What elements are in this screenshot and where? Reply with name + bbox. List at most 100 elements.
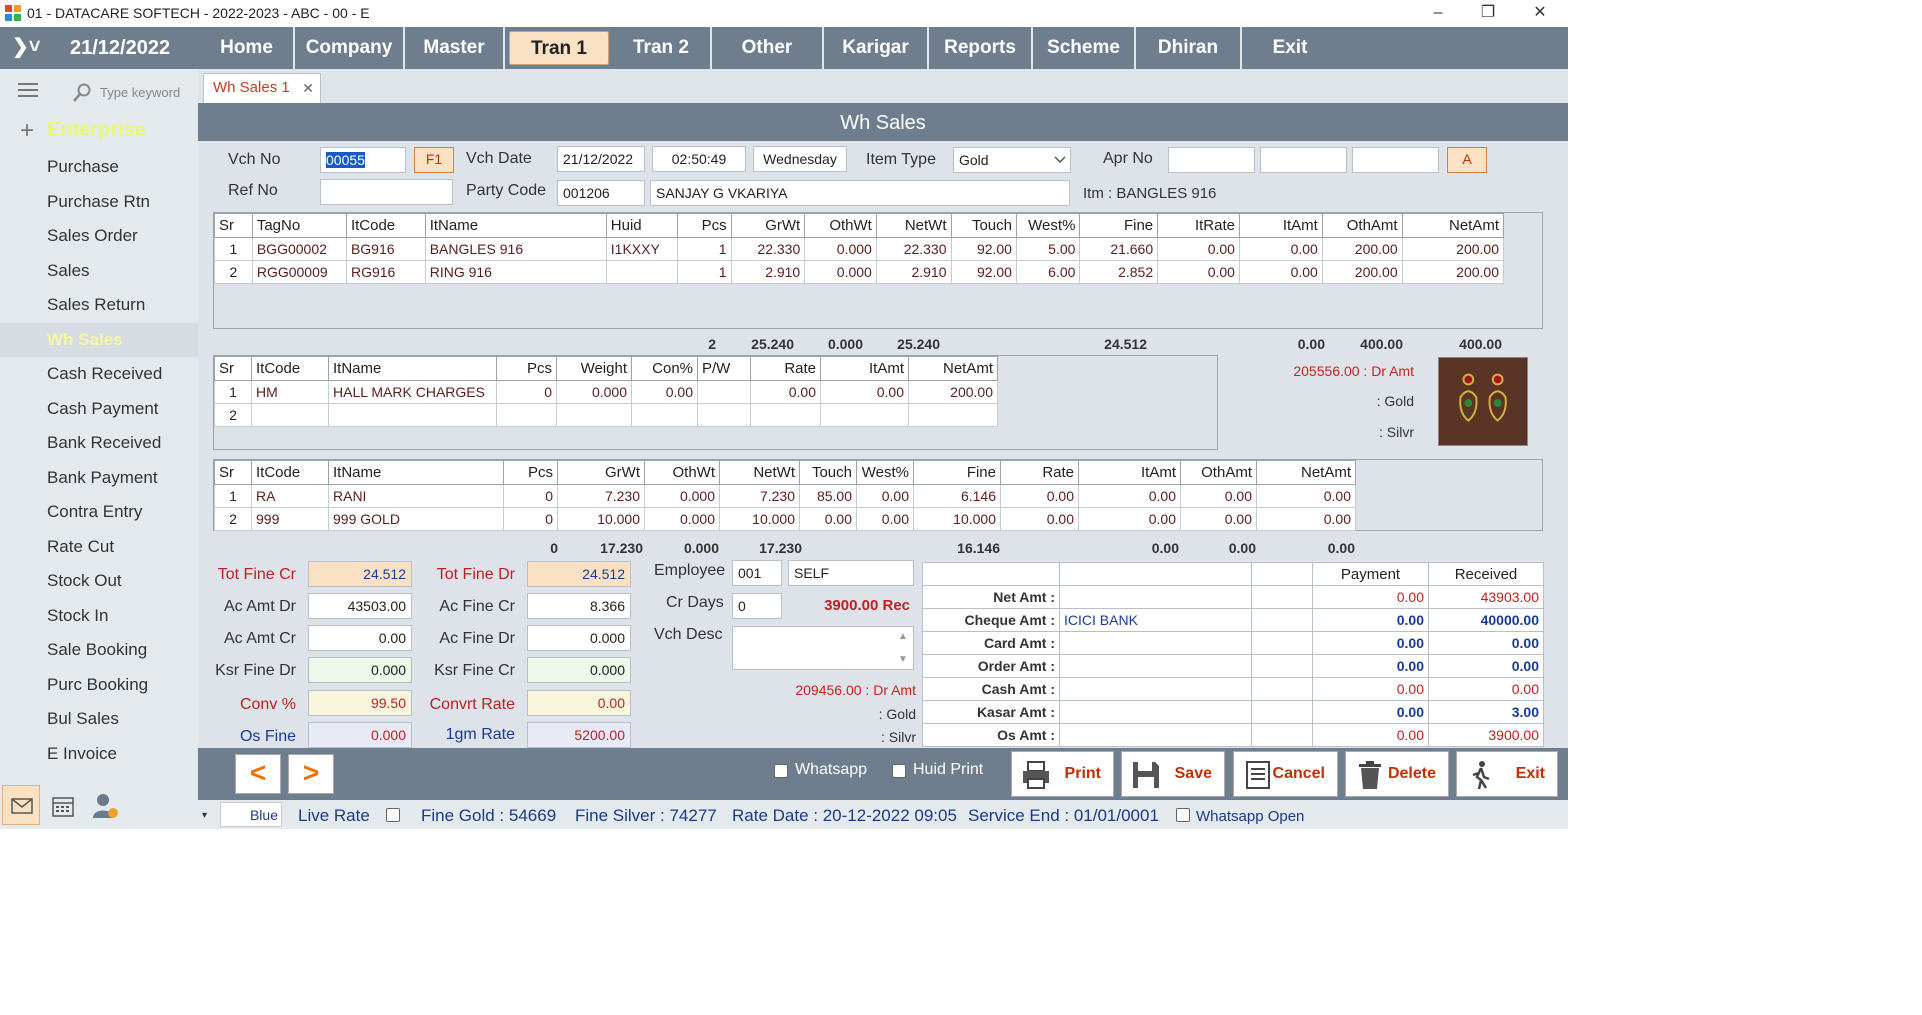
table-cell[interactable]: 6.146	[913, 484, 1001, 508]
sidebar-item-wh-sales[interactable]: Wh Sales	[0, 322, 198, 357]
table-cell[interactable]: 0.00	[1238, 260, 1323, 284]
apr-no-input-1[interactable]	[1168, 147, 1255, 173]
grid3-col-touch[interactable]: Touch	[799, 460, 857, 485]
table-cell[interactable]: 0.00	[820, 380, 909, 404]
table-cell[interactable]	[750, 403, 821, 427]
prev-button[interactable]: <	[235, 754, 281, 794]
table-cell[interactable]: HM	[251, 380, 329, 404]
payment-row-blank[interactable]	[1251, 608, 1313, 632]
table-cell[interactable]: 22.330	[730, 237, 806, 261]
scroll-down-icon[interactable]: ▼	[898, 654, 908, 665]
table-cell[interactable]: 0.000	[644, 484, 720, 508]
sidebar-item-purchase[interactable]: Purchase	[47, 150, 197, 184]
hamburger-icon[interactable]	[18, 83, 38, 97]
table-cell[interactable]: 1	[214, 484, 252, 508]
table-row[interactable]: 2 RGG00009 RG916 RING 916 1 2.910 0.000 2.910 92…	[214, 260, 1505, 284]
ref-no-input[interactable]	[320, 179, 453, 205]
delete-button[interactable]: Delete	[1345, 751, 1449, 797]
table-cell[interactable]: BGG00002	[251, 237, 347, 261]
table-row[interactable]: 2	[214, 403, 998, 427]
menu-karigar[interactable]: Karigar	[824, 27, 929, 69]
table-cell[interactable]	[556, 403, 632, 427]
grid2-col-rate[interactable]: Rate	[750, 356, 821, 381]
grid1-col-sr[interactable]: Sr	[214, 213, 253, 238]
payment-row-blank[interactable]	[1251, 654, 1313, 678]
table-cell[interactable]: 22.330	[875, 237, 952, 261]
payment-amount[interactable]: 0.00	[1312, 654, 1429, 678]
apr-no-input-3[interactable]	[1352, 147, 1439, 173]
received-amount[interactable]: 0.00	[1428, 677, 1544, 701]
table-cell[interactable]: 2.852	[1079, 260, 1159, 284]
payment-row-blank[interactable]	[1251, 585, 1313, 609]
payment-row-info[interactable]	[1059, 631, 1252, 655]
plus-icon[interactable]: +	[20, 117, 34, 145]
employee-name-field[interactable]: SELF	[788, 560, 914, 586]
sidebar-item-sales-order[interactable]: Sales Order	[47, 219, 197, 253]
menu-scheme[interactable]: Scheme	[1033, 27, 1136, 69]
grid3-col-itname[interactable]: ItName	[328, 460, 504, 485]
table-cell[interactable]: 0	[503, 507, 558, 531]
table-cell[interactable]: 85.00	[799, 484, 857, 508]
table-row[interactable]: 1 RA RANI 0 7.230 0.000 7.230 85.00 0.00 6.146 0.0…	[214, 484, 1356, 508]
table-cell[interactable]: 200.00	[908, 380, 998, 404]
sidebar-item-bank-payment[interactable]: Bank Payment	[47, 461, 197, 495]
table-cell[interactable]: 0.00	[1256, 507, 1356, 531]
table-cell[interactable]: 0.00	[799, 507, 857, 531]
table-cell[interactable]: 200.00	[1401, 237, 1505, 261]
tab-wh-sales-1[interactable]: Wh Sales 1 ✕	[203, 73, 321, 103]
table-cell[interactable]: BG916	[345, 237, 426, 261]
table-cell[interactable]: 0.00	[1000, 507, 1079, 531]
table-cell[interactable]	[820, 403, 909, 427]
payment-row-blank[interactable]	[1251, 700, 1313, 724]
grid3-col-othamt[interactable]: OthAmt	[1180, 460, 1257, 485]
calendar-icon[interactable]	[50, 793, 76, 819]
table-cell[interactable]: 7.230	[719, 484, 800, 508]
payment-amount[interactable]: 0.00	[1312, 700, 1429, 724]
payment-amount[interactable]: 0.00	[1312, 631, 1429, 655]
live-rate-checkbox[interactable]	[386, 808, 400, 822]
payment-row-info[interactable]	[1059, 677, 1252, 701]
sidebar-item-sales[interactable]: Sales	[47, 254, 197, 288]
ksr-fine-dr-field[interactable]: 0.000	[308, 657, 412, 683]
table-cell[interactable]: 10.000	[719, 507, 800, 531]
grid3-col-othwt[interactable]: OthWt	[644, 460, 720, 485]
table-cell[interactable]: 7.230	[557, 484, 645, 508]
grid1-col-pcs[interactable]: Pcs	[677, 213, 732, 238]
grid3-col-netamt[interactable]: NetAmt	[1256, 460, 1356, 485]
print-button[interactable]: Print	[1011, 751, 1114, 797]
menu-home[interactable]: Home	[200, 27, 295, 69]
received-amount[interactable]: 43903.00	[1428, 585, 1544, 609]
grid2-col-netamt[interactable]: NetAmt	[908, 356, 998, 381]
table-row[interactable]: 1 HM HALL MARK CHARGES 0 0.000 0.00 0.00 0.00 20…	[214, 380, 998, 404]
grid1-col-netwt[interactable]: NetWt	[875, 213, 952, 238]
table-cell[interactable]: 1	[214, 237, 253, 261]
table-row[interactable]: 2 999 999 GOLD 0 10.000 0.000 10.000 0.00 0.00 10…	[214, 507, 1356, 531]
sidebar-item-e-invoice[interactable]: E Invoice	[47, 737, 197, 771]
grid2-col-sr[interactable]: Sr	[214, 356, 252, 381]
save-button[interactable]: Save	[1121, 751, 1225, 797]
table-cell[interactable]: 2	[214, 507, 252, 531]
table-cell[interactable]: 0.00	[1157, 237, 1240, 261]
grid2-col-con-[interactable]: Con%	[631, 356, 698, 381]
whatsapp-open-checkbox[interactable]	[1176, 808, 1190, 822]
received-amount[interactable]: 0.00	[1428, 631, 1544, 655]
sidebar-section-enterprise[interactable]: Enterprise	[47, 119, 146, 142]
sidebar-item-purchase-rtn[interactable]: Purchase Rtn	[47, 185, 197, 219]
table-cell[interactable]: 1	[214, 380, 252, 404]
table-cell[interactable]: 0.000	[804, 237, 877, 261]
sidebar-item-cash-payment[interactable]: Cash Payment	[47, 392, 197, 426]
payment-row-blank[interactable]	[1251, 723, 1313, 747]
menu-tran-2[interactable]: Tran 2	[612, 27, 712, 69]
table-cell[interactable]: 200.00	[1321, 237, 1403, 261]
menu-tran-1[interactable]: Tran 1	[509, 31, 609, 65]
table-cell[interactable]: 1	[677, 260, 732, 284]
table-cell[interactable]: RGG00009	[251, 260, 347, 284]
table-cell[interactable]: 10.000	[913, 507, 1001, 531]
apr-no-input-2[interactable]	[1260, 147, 1347, 173]
table-cell[interactable]: 999 GOLD	[328, 507, 504, 531]
theme-select[interactable]: Blue	[220, 802, 282, 827]
grid2-col-itname[interactable]: ItName	[328, 356, 497, 381]
table-cell[interactable]	[605, 260, 679, 284]
grid1-col-itrate[interactable]: ItRate	[1157, 213, 1240, 238]
sidebar-item-sales-return[interactable]: Sales Return	[47, 288, 197, 322]
